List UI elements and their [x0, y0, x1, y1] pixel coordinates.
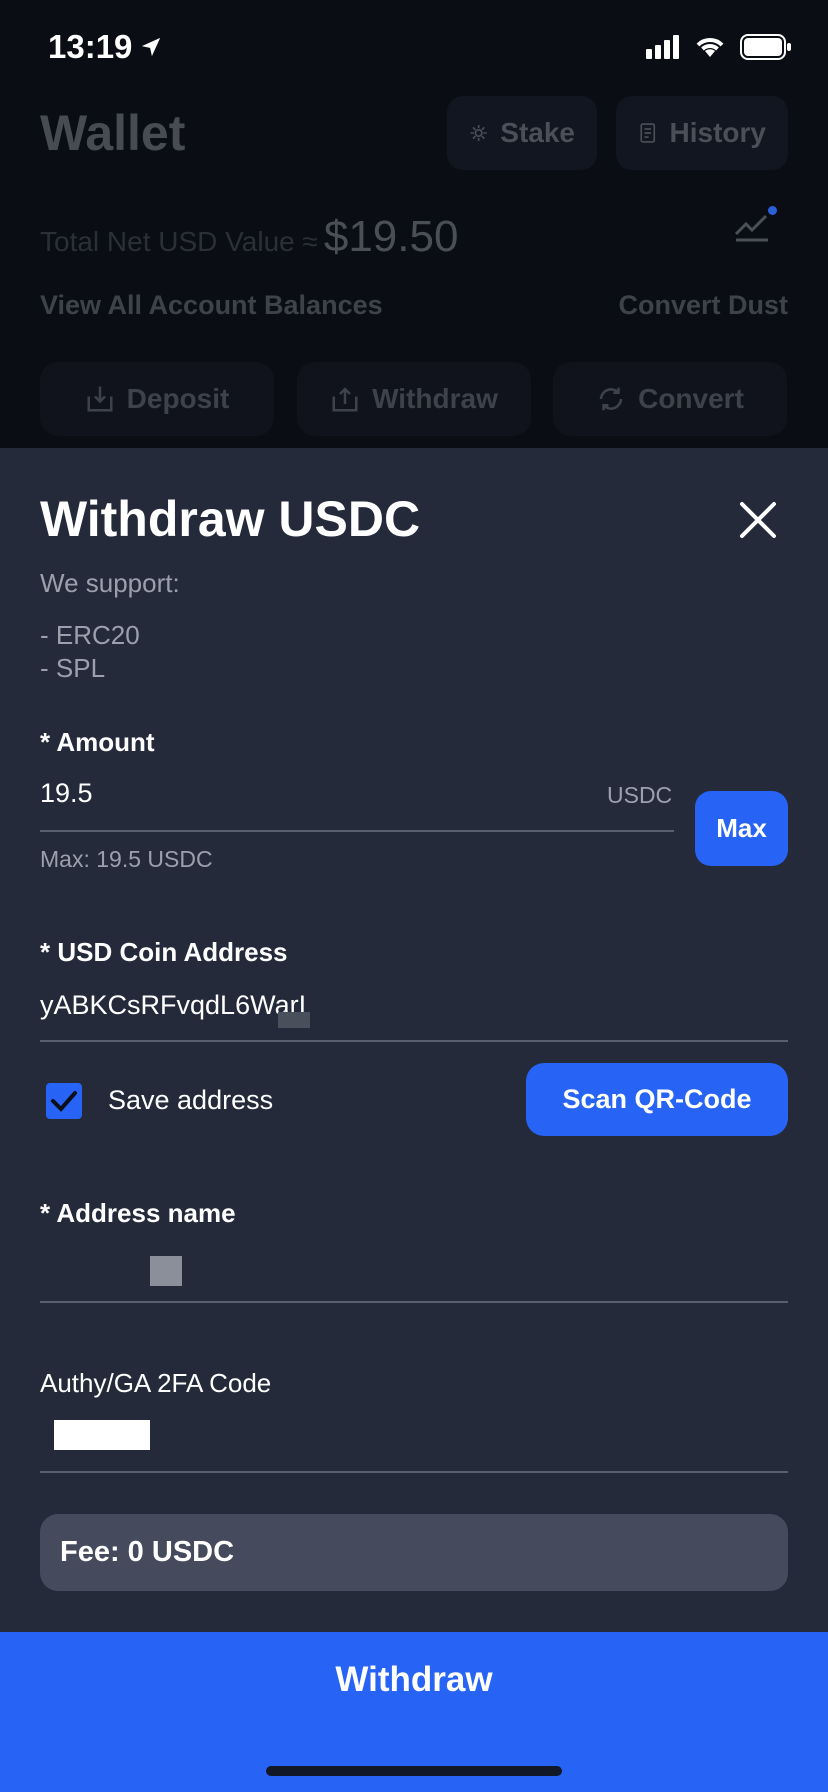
redaction-block	[278, 1012, 310, 1028]
checkmark-icon	[51, 1091, 77, 1112]
amount-hint: Max: 19.5 USDC	[40, 846, 213, 872]
address-name-label: * Address name	[40, 1198, 236, 1228]
stake-button[interactable]: Stake	[447, 96, 597, 170]
address-label: * USD Coin Address	[40, 937, 288, 967]
withdraw-action-button[interactable]: Withdraw	[297, 362, 531, 436]
amount-label: * Amount	[40, 727, 155, 757]
fee-box: Fee: 0 USDC	[40, 1514, 788, 1591]
status-time: 13:19	[48, 28, 162, 66]
amount-input[interactable]: 19.5	[40, 778, 93, 809]
network-erc20: - ERC20	[40, 620, 140, 650]
notification-dot	[768, 206, 777, 215]
address-name-input[interactable]	[40, 1250, 240, 1280]
deposit-label: Deposit	[126, 383, 230, 414]
sheet-title: Withdraw USDC	[40, 491, 421, 547]
redaction-block	[54, 1420, 150, 1450]
address-name-underline	[40, 1301, 788, 1303]
home-indicator	[266, 1766, 562, 1776]
total-net-value: Total Net USD Value ≈ $19.50	[40, 212, 458, 262]
total-net-amount: $19.50	[323, 212, 459, 261]
history-receipt-icon	[640, 123, 656, 143]
total-net-label: Total Net USD Value ≈	[40, 226, 318, 257]
location-arrow-icon	[142, 37, 161, 57]
time-text: 13:19	[48, 28, 133, 65]
close-icon[interactable]	[734, 496, 782, 544]
scan-qr-button[interactable]: Scan QR-Code	[526, 1063, 788, 1136]
address-input[interactable]: yABKCsRFvqdL6WarI	[40, 990, 306, 1021]
deposit-icon	[87, 386, 113, 412]
address-underline	[40, 1040, 788, 1042]
withdraw-button-label[interactable]: Withdraw	[0, 1660, 828, 1700]
twofa-label: Authy/GA 2FA Code	[40, 1368, 272, 1398]
cellular-signal-icon	[646, 35, 679, 59]
convert-label: Convert	[638, 383, 744, 414]
save-address-checkbox[interactable]	[46, 1083, 82, 1119]
stake-label: Stake	[500, 117, 575, 148]
max-button[interactable]: Max	[695, 791, 788, 866]
stake-gear-icon	[470, 124, 487, 142]
status-icons	[646, 34, 792, 60]
amount-underline	[40, 830, 674, 832]
twofa-underline	[40, 1471, 788, 1473]
wifi-icon	[696, 38, 724, 57]
deposit-button[interactable]: Deposit	[40, 362, 274, 436]
withdraw-action-label: Withdraw	[372, 383, 498, 414]
we-support-label: We support:	[40, 568, 180, 598]
history-button[interactable]: History	[616, 96, 788, 170]
convert-button[interactable]: Convert	[553, 362, 787, 436]
amount-unit: USDC	[607, 782, 673, 808]
battery-icon	[740, 34, 791, 60]
redaction-block	[150, 1256, 182, 1286]
convert-icon	[599, 387, 623, 411]
save-address-label: Save address	[108, 1085, 274, 1115]
convert-dust-link[interactable]: Convert Dust	[618, 290, 788, 321]
withdraw-icon	[332, 387, 358, 412]
chart-trend-icon[interactable]	[734, 210, 770, 242]
view-all-balances-link[interactable]: View All Account Balances	[40, 290, 383, 321]
network-spl: - SPL	[40, 653, 106, 683]
wallet-title: Wallet	[40, 105, 186, 161]
history-label: History	[669, 117, 766, 148]
